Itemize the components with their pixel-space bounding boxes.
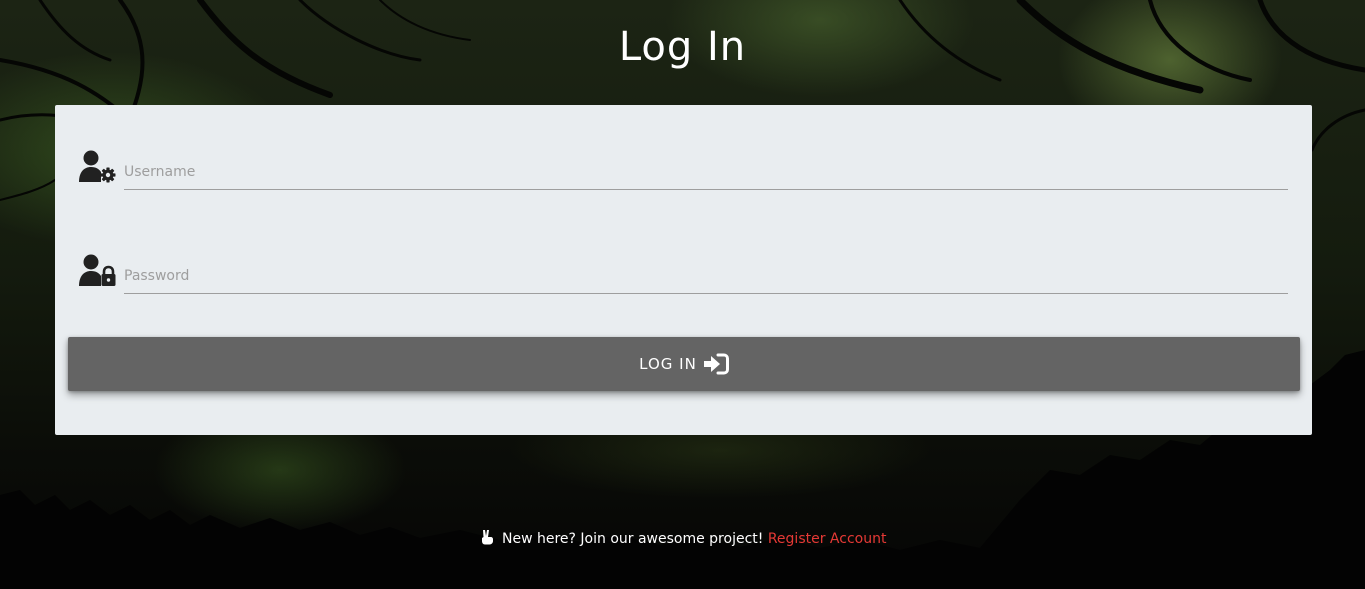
page-title: Log In [618, 24, 747, 70]
password-input[interactable] [124, 259, 1288, 294]
register-prompt-text: New here? Join our awesome project! [502, 531, 764, 547]
login-form-card: LOG IN [55, 105, 1312, 435]
login-button[interactable]: LOG IN [68, 337, 1300, 391]
sign-in-icon [703, 353, 729, 375]
register-prompt: New here? Join our awesome project! Regi… [0, 529, 1365, 547]
peace-hand-icon [479, 529, 495, 545]
login-button-label: LOG IN [639, 355, 697, 373]
username-input[interactable] [124, 155, 1288, 190]
user-gear-icon [79, 150, 119, 184]
user-lock-icon [79, 254, 119, 288]
register-account-link[interactable]: Register Account [768, 531, 887, 547]
